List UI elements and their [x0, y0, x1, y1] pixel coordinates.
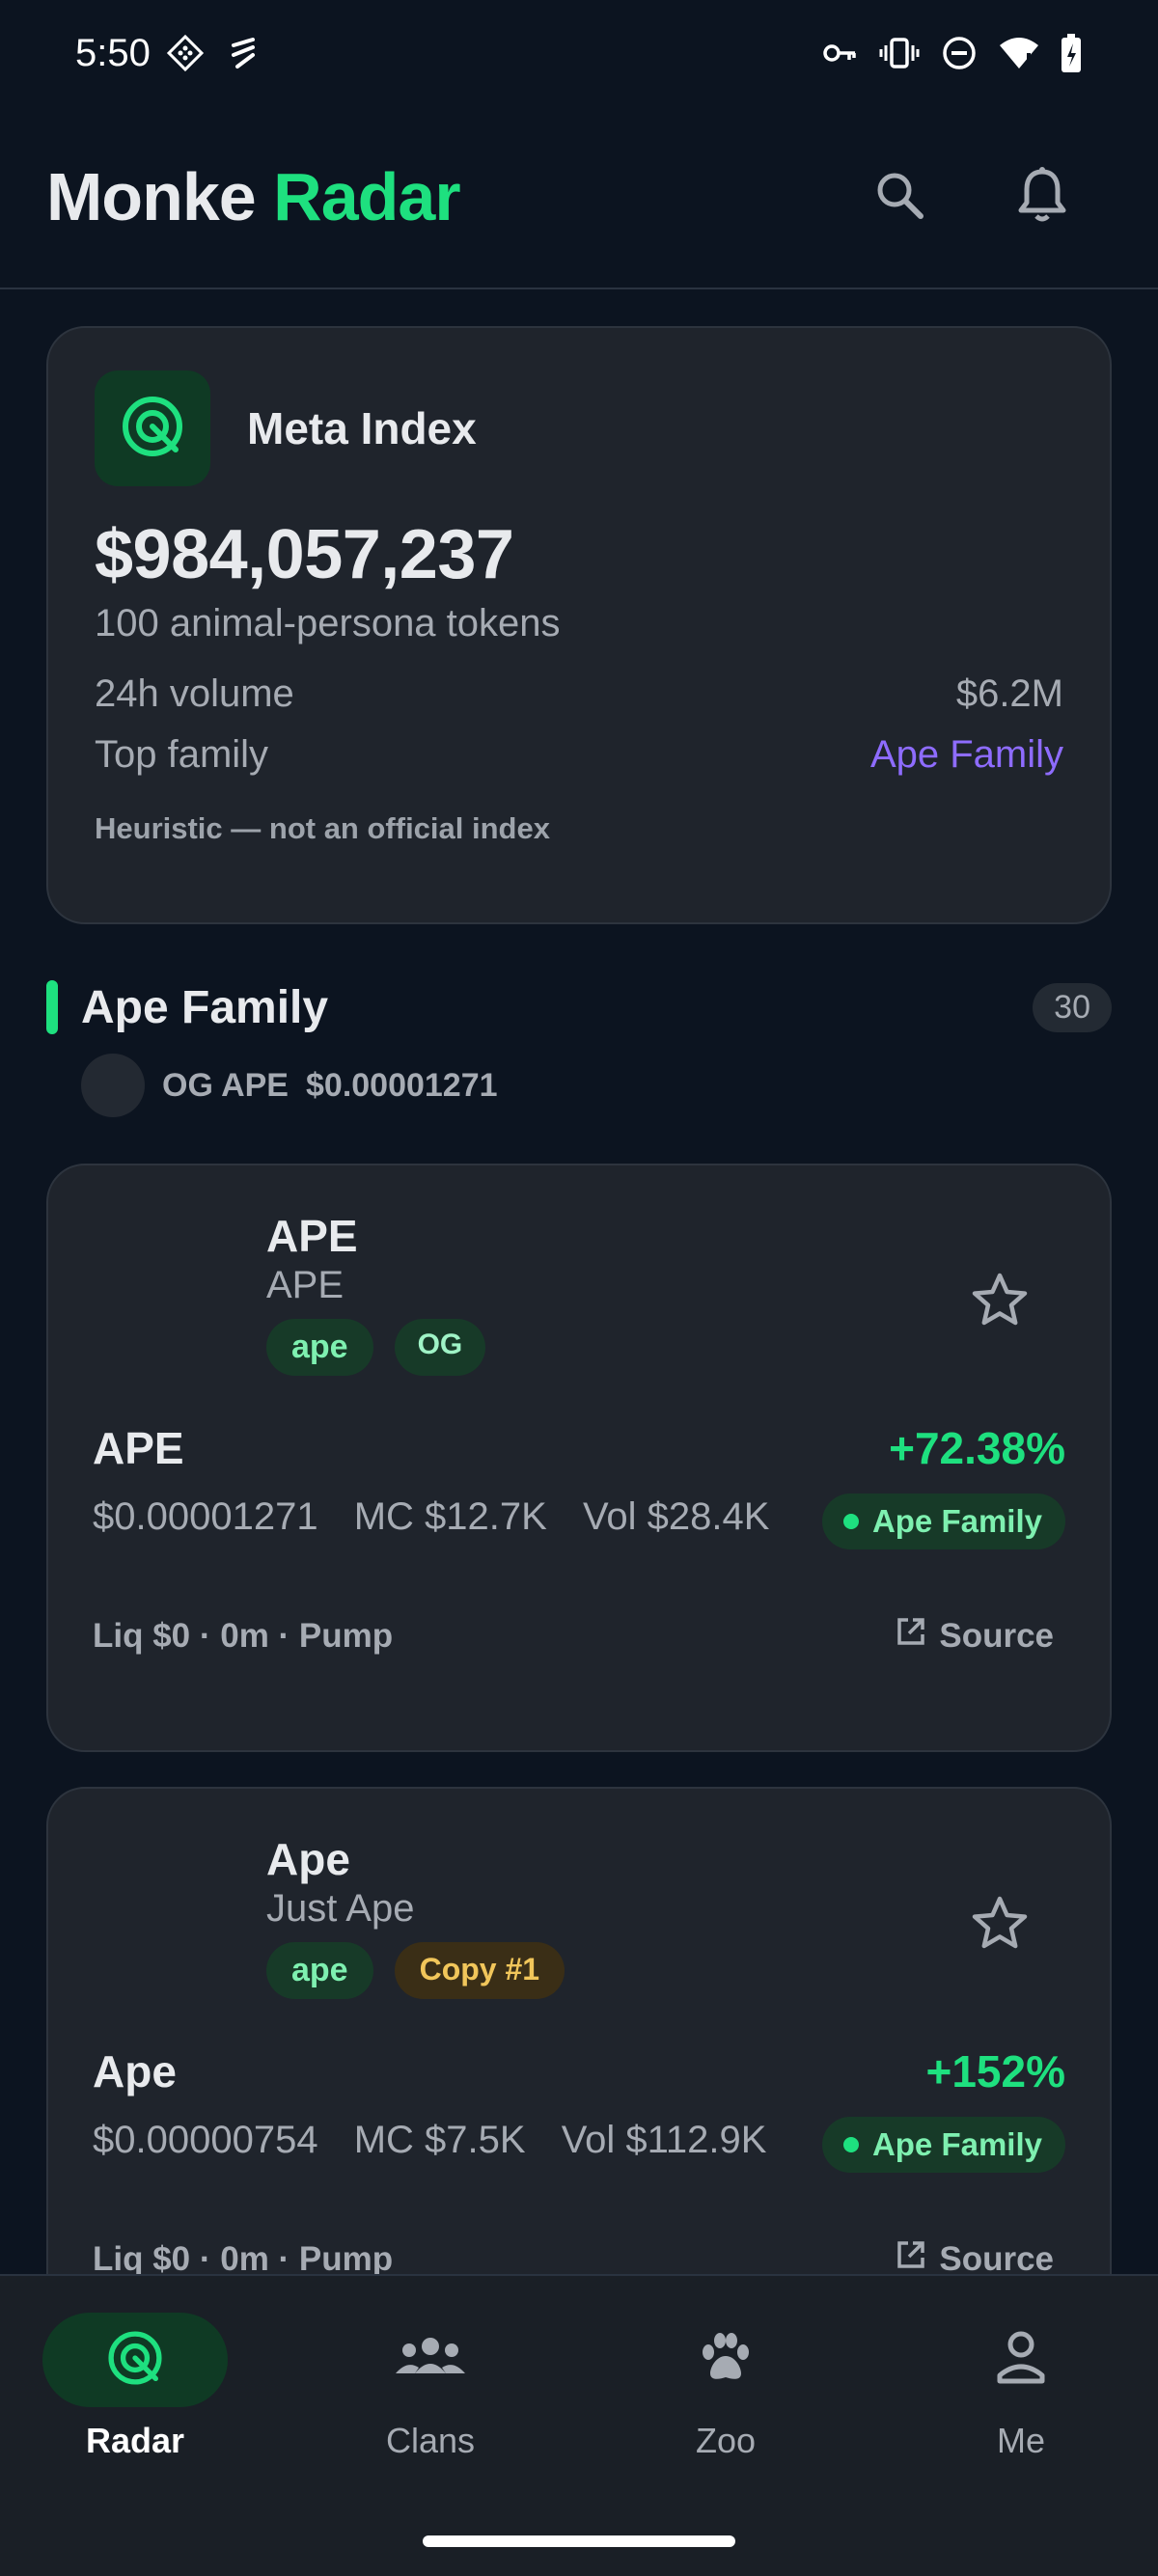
token-card[interactable]: Ape Just Ape ape Copy #1 Ape +152% $0.00… — [46, 1787, 1112, 2274]
status-bar: 5:50 — [0, 0, 1158, 106]
star-icon — [969, 1896, 1031, 1959]
token-mc: MC $7.5K — [353, 2119, 526, 2161]
token-tag-og: OG — [394, 1319, 486, 1376]
volume-row: 24h volume $6.2M — [95, 672, 1063, 716]
meta-index-subtitle: 100 animal-persona tokens — [95, 602, 561, 644]
person-icon — [992, 2327, 1050, 2394]
token-name: APE — [266, 1211, 358, 1261]
family-badge-label: Ape Family — [871, 2126, 1042, 2162]
top-family-label: Top family — [95, 733, 269, 776]
token-stats: $0.00001271 MC $12.7K Vol $28.4K — [93, 1495, 769, 1539]
section-accent-bar — [46, 980, 58, 1034]
radar-logo — [95, 370, 210, 486]
volume-value: $6.2M — [955, 672, 1063, 715]
token-price: $0.00000754 — [93, 2119, 318, 2161]
token-tag: ape — [266, 1319, 373, 1376]
family-dot — [842, 1514, 859, 1529]
bell-icon — [1013, 164, 1071, 231]
token-vol: Vol $28.4K — [582, 1495, 770, 1538]
meta-index-value: $984,057,237 — [95, 516, 514, 593]
volume-label: 24h volume — [95, 672, 294, 715]
battery-icon — [1060, 32, 1083, 74]
star-icon — [969, 1273, 1031, 1335]
nav-me[interactable]: Me — [924, 2313, 1117, 2461]
source-label: Source — [939, 1616, 1054, 1655]
family-badge[interactable]: Ape Family — [821, 2117, 1065, 2173]
token-change: +72.38% — [889, 1423, 1065, 1473]
nav-radar[interactable]: Radar — [39, 2313, 232, 2461]
wifi-icon — [998, 34, 1040, 72]
token-price: $0.00001271 — [93, 1495, 318, 1538]
paw-icon — [695, 2327, 757, 2394]
token-symbol: APE — [93, 1423, 184, 1473]
external-link-icon — [895, 1615, 927, 1657]
og-label: OG APE — [162, 1066, 289, 1104]
app-title: Monke Radar — [46, 158, 461, 235]
diamond-grid-icon — [166, 34, 205, 72]
vibrate-icon — [878, 34, 921, 72]
favorite-button[interactable] — [969, 1893, 1031, 1959]
token-subname: Just Ape — [266, 1887, 415, 1930]
app-title-part2: Radar — [273, 159, 460, 234]
external-link-icon — [895, 2238, 927, 2274]
top-family-link[interactable]: Ape Family — [870, 733, 1063, 777]
home-indicator[interactable] — [423, 2535, 735, 2547]
status-time: 5:50 — [75, 31, 151, 74]
source-label: Source — [939, 2239, 1054, 2275]
source-link[interactable]: Source — [895, 1615, 1054, 1657]
meta-index-card[interactable]: Meta Index $984,057,237 100 animal-perso… — [46, 326, 1112, 924]
favorite-button[interactable] — [969, 1270, 1031, 1336]
source-link[interactable]: Source — [895, 2238, 1054, 2274]
token-tag: ape — [266, 1942, 373, 1999]
token-tag-copy: Copy #1 — [394, 1942, 565, 1999]
nav-radar-label: Radar — [85, 2421, 185, 2460]
family-badge-label: Ape Family — [871, 1503, 1042, 1539]
search-icon — [870, 166, 928, 229]
token-name: Ape — [266, 1834, 350, 1884]
token-card[interactable]: APE APE ape OG APE +72.38% $0.00001271 M… — [46, 1164, 1112, 1752]
data-saver-icon — [224, 34, 262, 72]
app-title-part1: Monke — [46, 159, 257, 234]
app-bar: Monke Radar — [0, 106, 1158, 289]
family-badge[interactable]: Ape Family — [821, 1494, 1065, 1549]
token-mc: MC $12.7K — [353, 1495, 547, 1538]
search-button[interactable] — [857, 154, 942, 239]
nav-clans[interactable]: Clans — [334, 2313, 527, 2461]
family-section-header[interactable]: Ape Family 30 — [46, 978, 1112, 1036]
family-dot — [842, 2137, 859, 2152]
token-meta: Liq $0 · 0m · Pump — [93, 1617, 394, 1655]
token-stats: $0.00000754 MC $7.5K Vol $112.9K — [93, 2119, 766, 2162]
token-meta: Liq $0 · 0m · Pump — [93, 2240, 394, 2274]
bottom-navigation: Radar Clans Zoo Me — [0, 2274, 1158, 2576]
nav-zoo[interactable]: Zoo — [629, 2313, 822, 2461]
og-price: $0.00001271 — [306, 1066, 498, 1104]
do-not-disturb-icon — [940, 34, 979, 72]
radar-icon — [118, 392, 187, 466]
nav-me-label: Me — [996, 2421, 1045, 2460]
meta-index-note: Heuristic — not an official index — [95, 811, 550, 845]
token-subname: APE — [266, 1264, 345, 1306]
section-count-badge: 30 — [1033, 982, 1112, 1032]
group-icon — [394, 2331, 467, 2390]
meta-index-title: Meta Index — [247, 403, 477, 453]
radar-icon — [104, 2327, 166, 2394]
nav-clans-label: Clans — [385, 2421, 476, 2460]
section-title: Ape Family — [81, 981, 329, 1033]
top-family-row: Top family Ape Family — [95, 733, 1063, 777]
vpn-key-icon — [820, 34, 859, 72]
main-content[interactable]: Meta Index $984,057,237 100 animal-perso… — [0, 291, 1158, 2274]
token-symbol: Ape — [93, 2046, 177, 2096]
nav-zoo-label: Zoo — [695, 2421, 757, 2460]
token-change: +152% — [925, 2046, 1065, 2096]
token-vol: Vol $112.9K — [561, 2119, 767, 2161]
notifications-button[interactable] — [1000, 154, 1085, 239]
og-token-row[interactable]: OG APE $0.00001271 — [81, 1054, 498, 1117]
og-avatar — [81, 1054, 145, 1117]
